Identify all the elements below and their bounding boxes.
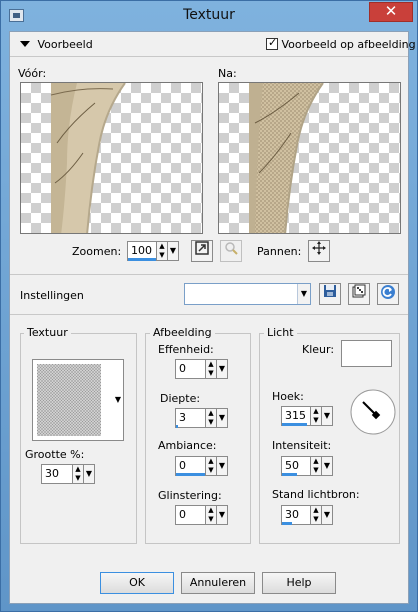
angle-level-bar bbox=[282, 423, 307, 426]
zoom-arrows[interactable]: ▲ ▼ bbox=[157, 241, 168, 261]
elevation-level-bar bbox=[282, 522, 292, 525]
save-disk-icon[interactable] bbox=[319, 283, 341, 305]
dialog-body: Voorbeeld Voorbeeld op afbeelding Vóór: … bbox=[9, 31, 416, 604]
size-label: Grootte %: bbox=[25, 448, 85, 461]
size-spinner[interactable]: 30 ▲ ▼ ▼ bbox=[41, 464, 95, 484]
before-preview[interactable] bbox=[20, 82, 203, 234]
preview-on-image-checkbox[interactable] bbox=[266, 36, 278, 50]
texture-swatch[interactable]: ▼ bbox=[32, 359, 124, 441]
ambience-value[interactable]: 0 bbox=[175, 456, 206, 476]
triangle-down-icon[interactable] bbox=[20, 41, 30, 47]
intensity-value[interactable]: 50 bbox=[281, 456, 311, 476]
depth-label: Diepte: bbox=[160, 392, 201, 405]
intensity-level-bar bbox=[282, 473, 297, 476]
zoom-spinner[interactable]: 100 ▲ ▼ ▼ bbox=[127, 241, 179, 261]
after-preview[interactable] bbox=[218, 82, 401, 234]
shine-spinner[interactable]: 0 ▲ ▼ ▼ bbox=[175, 505, 228, 525]
size-arrows[interactable]: ▲ ▼ bbox=[73, 464, 84, 484]
dialog-window: Textuur ✕ Voorbeeld Voorbeeld op afbeeld… bbox=[0, 0, 418, 612]
cancel-button[interactable]: Annuleren bbox=[181, 572, 255, 594]
size-dropdown-icon[interactable]: ▼ bbox=[84, 464, 95, 484]
settings-label: Instellingen bbox=[20, 289, 84, 302]
before-image bbox=[50, 83, 126, 233]
preview-header-label: Voorbeeld bbox=[37, 38, 93, 51]
dice-icon[interactable] bbox=[348, 283, 370, 305]
intensity-dropdown-icon[interactable]: ▼ bbox=[322, 456, 333, 476]
size-value[interactable]: 30 bbox=[41, 464, 73, 484]
shine-label: Glinstering: bbox=[158, 489, 222, 502]
ambience-label: Ambiance: bbox=[158, 439, 217, 452]
angle-label: Hoek: bbox=[272, 390, 304, 403]
elevation-label: Stand lichtbron: bbox=[272, 488, 360, 501]
intensity-label: Intensiteit: bbox=[272, 439, 332, 452]
divider bbox=[10, 274, 408, 275]
smoothness-value[interactable]: 0 bbox=[175, 359, 206, 379]
window-title: Textuur bbox=[183, 7, 235, 23]
shine-value[interactable]: 0 bbox=[175, 505, 206, 525]
zoom-fit-icon[interactable] bbox=[191, 240, 213, 262]
depth-spinner[interactable]: 3 ▲ ▼ ▼ bbox=[175, 408, 228, 428]
ambience-dropdown-icon[interactable]: ▼ bbox=[217, 456, 228, 476]
divider bbox=[10, 314, 408, 315]
title-bar[interactable]: Textuur ✕ bbox=[1, 1, 417, 31]
before-label: Vóór: bbox=[18, 67, 47, 80]
ambience-spinner[interactable]: 0 ▲ ▼ ▼ bbox=[175, 456, 228, 476]
ok-button[interactable]: OK bbox=[100, 572, 174, 594]
zoom-dropdown-icon[interactable]: ▼ bbox=[168, 241, 179, 261]
angle-value[interactable]: 315 bbox=[281, 406, 311, 426]
zoom-value[interactable]: 100 bbox=[127, 241, 157, 261]
zoom-label: Zoomen: bbox=[72, 245, 122, 258]
preview-toggle[interactable]: Voorbeeld bbox=[20, 38, 93, 51]
chevron-down-icon[interactable]: ▼ bbox=[297, 284, 310, 304]
after-label: Na: bbox=[218, 67, 237, 80]
pan-move-icon[interactable] bbox=[308, 240, 330, 262]
preview-on-image-label: Voorbeeld op afbeelding bbox=[281, 38, 416, 51]
smoothness-spinner[interactable]: 0 ▲ ▼ ▼ bbox=[175, 359, 228, 379]
angle-dropdown-icon[interactable]: ▼ bbox=[322, 406, 333, 426]
elevation-spinner[interactable]: 30 ▲ ▼ ▼ bbox=[281, 505, 333, 525]
help-button[interactable]: Help bbox=[262, 572, 336, 594]
divider bbox=[10, 56, 408, 57]
color-label: Kleur: bbox=[302, 343, 335, 356]
light-color-swatch[interactable] bbox=[341, 340, 392, 367]
close-icon[interactable]: ✕ bbox=[369, 2, 413, 22]
angle-dial-icon[interactable] bbox=[349, 388, 397, 436]
angle-spinner[interactable]: 315 ▲ ▼ ▼ bbox=[281, 406, 333, 426]
reset-icon[interactable] bbox=[377, 283, 399, 305]
depth-level-bar bbox=[176, 425, 178, 428]
preview-on-image-option[interactable]: Voorbeeld op afbeelding bbox=[266, 36, 416, 51]
smoothness-label: Effenheid: bbox=[158, 343, 214, 356]
pan-label: Pannen: bbox=[257, 245, 302, 258]
shine-dropdown-icon[interactable]: ▼ bbox=[217, 505, 228, 525]
ambience-level-bar bbox=[176, 473, 205, 476]
depth-dropdown-icon[interactable]: ▼ bbox=[217, 408, 228, 428]
preset-dropdown[interactable]: ▼ bbox=[184, 283, 311, 305]
elevation-value[interactable]: 30 bbox=[281, 505, 311, 525]
image-group-title: Afbeelding bbox=[150, 326, 215, 339]
texture-preview-image bbox=[37, 364, 101, 436]
elevation-dropdown-icon[interactable]: ▼ bbox=[322, 505, 333, 525]
light-group-title: Licht bbox=[264, 326, 297, 339]
zoom-level-bar bbox=[128, 258, 156, 261]
depth-value[interactable]: 3 bbox=[175, 408, 206, 428]
smoothness-dropdown-icon[interactable]: ▼ bbox=[217, 359, 228, 379]
after-image bbox=[249, 83, 324, 233]
texture-group-title: Textuur bbox=[24, 326, 71, 339]
magnifier-icon[interactable] bbox=[220, 240, 242, 262]
intensity-spinner[interactable]: 50 ▲ ▼ ▼ bbox=[281, 456, 333, 476]
texture-dropdown-icon[interactable]: ▼ bbox=[115, 395, 121, 404]
